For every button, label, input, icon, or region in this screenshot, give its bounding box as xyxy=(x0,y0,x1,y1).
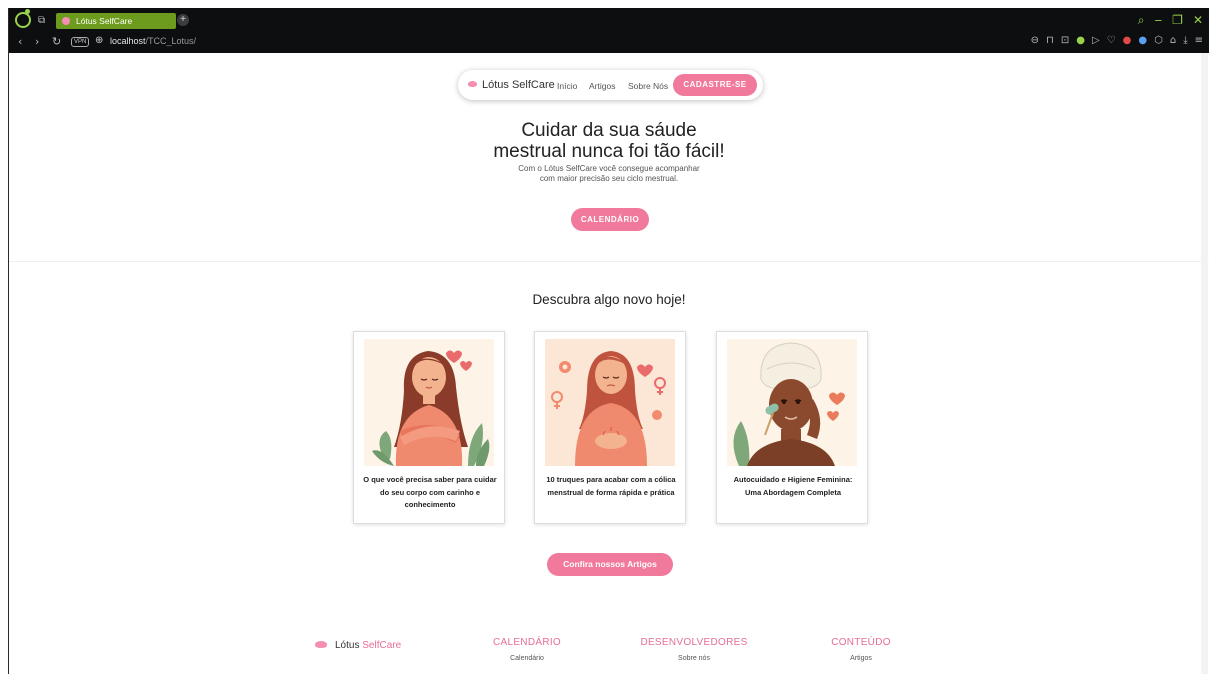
signup-button[interactable]: CADASTRE-SE xyxy=(673,74,757,96)
download-icon[interactable]: ⤓ xyxy=(1183,35,1187,46)
lotus-favicon-icon xyxy=(62,17,70,25)
heart-icon[interactable]: ♡ xyxy=(1107,35,1116,46)
vpn-badge[interactable]: VPN xyxy=(71,37,90,47)
webpage: Lótus SelfCare Início Artigos Sobre Nós … xyxy=(9,53,1209,674)
player-icon[interactable]: ▷ xyxy=(1092,35,1100,46)
site-navbar: Lótus SelfCare Início Artigos Sobre Nós … xyxy=(458,70,763,100)
browser-window: ⧉ Lótus SelfCare + ⌕ ‒ ❐ ✕ ‹ › ↻ VPN ⊕ l… xyxy=(8,8,1209,674)
back-icon[interactable]: ‹ xyxy=(18,35,22,48)
footer-brand-part1: Lótus xyxy=(335,640,360,651)
footer-column-content: CONTEÚDO Artigos xyxy=(821,637,901,662)
brand-name: Lótus SelfCare xyxy=(482,79,555,91)
forward-icon[interactable]: › xyxy=(35,35,39,48)
bookmark-icon[interactable]: ⊓ xyxy=(1046,35,1054,46)
article-title-3: Autocuidado e Higiene Feminina: Uma Abor… xyxy=(733,475,853,497)
footer-link-about[interactable]: Sobre nós xyxy=(634,655,754,662)
nav-link-inicio[interactable]: Início xyxy=(557,81,577,91)
page-scrollbar[interactable] xyxy=(1201,53,1208,674)
restore-icon[interactable]: ❐ xyxy=(1172,13,1183,28)
footer-column-calendar: CALENDÁRIO Calendário xyxy=(487,637,567,662)
footer-lotus-icon xyxy=(315,641,327,648)
woman-selfcare-illustration xyxy=(727,339,857,466)
opera-logo-icon[interactable] xyxy=(15,12,31,28)
hero-subtitle-line1: Com o Lótus SelfCare você consegue acomp… xyxy=(518,164,700,173)
woman-cramps-illustration xyxy=(545,339,675,466)
footer-heading-developers: DESENVOLVEDORES xyxy=(640,637,748,648)
article-card-1[interactable]: O que você precisa saber para cuidar do … xyxy=(353,331,505,524)
browser-chrome: ⧉ Lótus SelfCare + ⌕ ‒ ❐ ✕ ‹ › ↻ VPN ⊕ l… xyxy=(9,8,1209,53)
article-title-1: O que você precisa saber para cuidar do … xyxy=(363,475,497,509)
workspaces-icon[interactable]: ⧉ xyxy=(38,15,45,26)
window-controls: ⌕ ‒ ❐ ✕ xyxy=(1138,13,1203,28)
minimize-icon[interactable]: ‒ xyxy=(1155,13,1163,28)
article-card-3[interactable]: Autocuidado e Higiene Feminina: Uma Abor… xyxy=(716,331,868,524)
snapshot-icon[interactable]: ⊡ xyxy=(1061,35,1069,46)
close-icon[interactable]: ✕ xyxy=(1193,13,1203,28)
calendar-button[interactable]: CALENDÁRIO xyxy=(571,208,649,231)
article-card-2[interactable]: 10 truques para acabar com a cólica mens… xyxy=(534,331,686,524)
article-title-2: 10 truques para acabar com a cólica mens… xyxy=(546,475,676,497)
discover-title: Descubra algo novo hoje! xyxy=(532,292,686,307)
footer-brand-part2: SelfCare xyxy=(362,640,402,651)
hero-subtitle-line2: com maior precisão seu ciclo mestrual. xyxy=(539,174,679,183)
footer-link-calendar[interactable]: Calendário xyxy=(487,655,567,662)
globe-icon[interactable]: ⊕ xyxy=(95,35,103,46)
address-bar: ‹ › ↻ VPN ⊕ localhost/TCC_Lotus/ ⊖ ⊓ ⊡ ●… xyxy=(9,33,1209,51)
footer-brand[interactable]: Lótus SelfCare xyxy=(315,640,401,651)
article-image-3 xyxy=(727,339,857,466)
extension-icon[interactable]: ● xyxy=(1123,35,1132,46)
hero-title-line2: mestrual nunca foi tão fácil! xyxy=(493,141,725,162)
section-divider xyxy=(9,261,1209,262)
nav-link-artigos[interactable]: Artigos xyxy=(589,81,615,91)
url-field[interactable]: localhost/TCC_Lotus/ xyxy=(110,36,196,46)
footer-heading-calendar: CALENDÁRIO xyxy=(492,637,561,648)
site-brand[interactable]: Lótus SelfCare xyxy=(468,79,555,91)
tab-bar: ⧉ Lótus SelfCare + ⌕ ‒ ❐ ✕ xyxy=(9,8,1209,32)
toolbar-icons: ⊖ ⊓ ⊡ ● ▷ ♡ ● ● ⬡ ⌂ ⤓ ≡ xyxy=(1031,35,1203,46)
notification-dot-icon xyxy=(25,9,30,14)
footer-column-developers: DESENVOLVEDORES Sobre nós xyxy=(634,637,754,662)
reload-icon[interactable]: ↻ xyxy=(52,35,61,48)
article-image-2 xyxy=(545,339,675,466)
url-path: /TCC_Lotus/ xyxy=(145,36,197,46)
profile-icon[interactable]: ● xyxy=(1138,35,1147,46)
url-host: localhost xyxy=(110,36,146,46)
hero-title-line1: Cuidar da sua sáude xyxy=(521,120,697,141)
search-tabs-icon[interactable]: ⌕ xyxy=(1138,13,1145,28)
extensions-icon[interactable]: ⬡ xyxy=(1154,35,1163,46)
easy-files-icon[interactable]: ⌂ xyxy=(1170,35,1176,46)
tab-lotus-selfcare[interactable]: Lótus SelfCare xyxy=(56,13,176,29)
article-image-1 xyxy=(364,339,494,466)
zoom-icon[interactable]: ⊖ xyxy=(1031,35,1039,46)
new-tab-button[interactable]: + xyxy=(177,14,189,26)
articles-button[interactable]: Confira nossos Artigos xyxy=(547,553,673,576)
adblock-shield-icon[interactable]: ● xyxy=(1076,35,1085,46)
footer-heading-content: CONTEÚDO xyxy=(831,637,891,648)
tab-title: Lótus SelfCare xyxy=(76,16,133,26)
nav-link-sobre-nos[interactable]: Sobre Nós xyxy=(628,81,668,91)
lotus-logo-icon xyxy=(468,81,477,87)
woman-hugging-illustration xyxy=(364,339,494,466)
footer-link-articles[interactable]: Artigos xyxy=(821,655,901,662)
menu-icon[interactable]: ≡ xyxy=(1195,35,1203,46)
